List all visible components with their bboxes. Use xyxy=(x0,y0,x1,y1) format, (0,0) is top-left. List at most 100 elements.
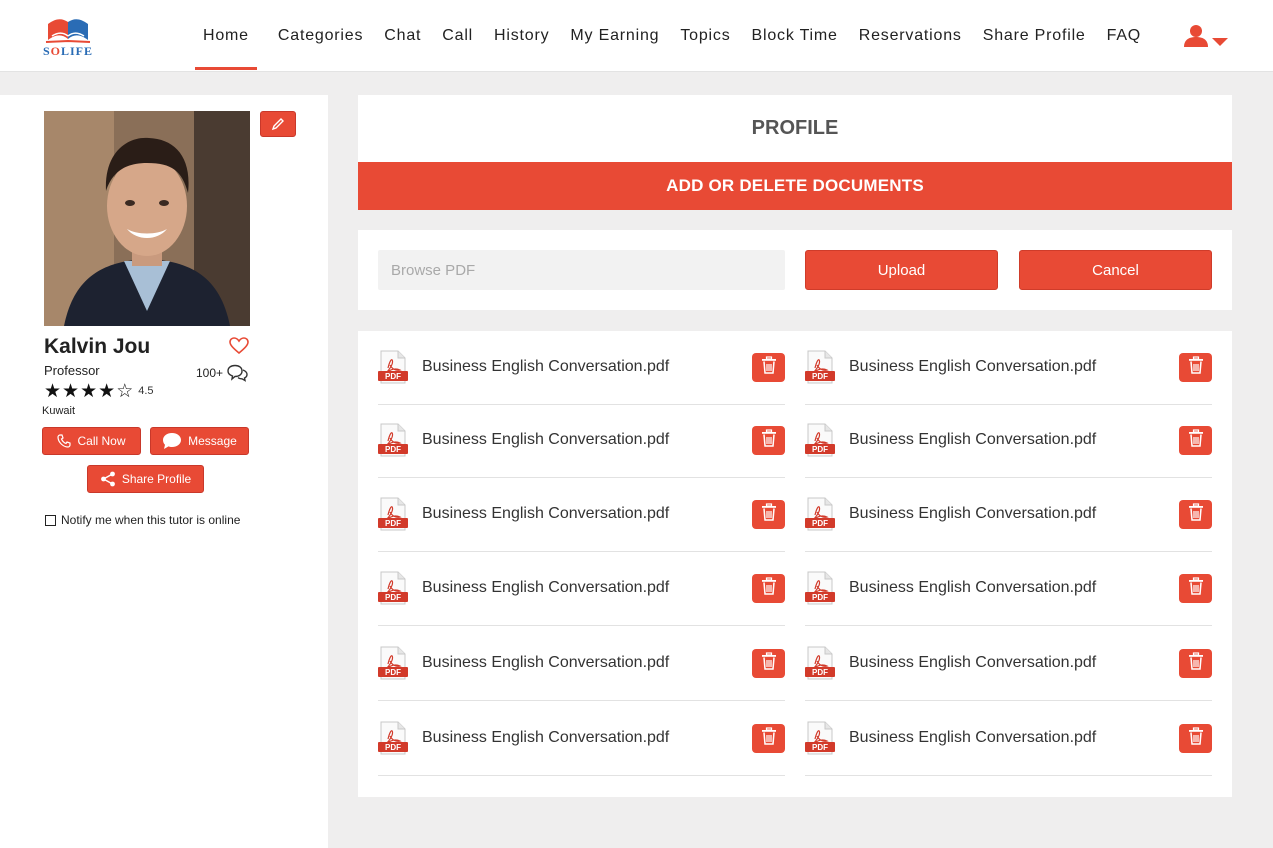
nav-share-profile[interactable]: Share Profile xyxy=(983,0,1086,72)
nav-history[interactable]: History xyxy=(494,0,549,72)
document-item[interactable]: PDF Business English Conversation.pdf xyxy=(805,478,1212,552)
delete-document-button[interactable] xyxy=(752,724,785,753)
user-menu[interactable] xyxy=(1184,24,1230,50)
pdf-file-icon: PDF xyxy=(378,721,410,755)
document-filename: Business English Conversation.pdf xyxy=(422,579,670,596)
tutor-sidebar: Kalvin Jou Professor 100+ ★ ★ ★ ★ ☆ 4.5 … xyxy=(0,95,328,848)
document-item[interactable]: PDF Business English Conversation.pdf xyxy=(805,702,1212,776)
trash-icon xyxy=(1188,727,1204,750)
browse-pdf-input[interactable] xyxy=(378,250,785,290)
caret-down-icon xyxy=(1212,38,1228,46)
svg-text:PDF: PDF xyxy=(385,372,401,381)
page-title: PROFILE xyxy=(751,117,839,139)
delete-document-button[interactable] xyxy=(1179,649,1212,678)
trash-icon xyxy=(761,577,777,600)
pdf-file-icon: PDF xyxy=(805,721,837,755)
document-filename: Business English Conversation.pdf xyxy=(849,431,1097,448)
trash-icon xyxy=(761,503,777,526)
svg-text:PDF: PDF xyxy=(812,668,828,677)
delete-document-button[interactable] xyxy=(1179,426,1212,455)
pencil-icon xyxy=(271,118,284,131)
document-item[interactable]: PDF Business English Conversation.pdf xyxy=(378,478,785,552)
nav-chat[interactable]: Chat xyxy=(384,0,421,72)
call-now-label: Call Now xyxy=(77,434,126,448)
nav-topics[interactable]: Topics xyxy=(680,0,730,72)
pdf-file-icon: PDF xyxy=(805,646,837,680)
review-count[interactable]: 100+ xyxy=(196,364,248,382)
star-filled-icon: ★ xyxy=(44,381,62,402)
nav-categories[interactable]: Categories xyxy=(278,0,363,72)
nav-block-time[interactable]: Block Time xyxy=(752,0,838,72)
main-nav: Home Categories Chat Call History My Ear… xyxy=(195,0,1162,72)
document-filename: Business English Conversation.pdf xyxy=(422,431,670,448)
document-item[interactable]: PDF Business English Conversation.pdf xyxy=(378,627,785,701)
user-icon xyxy=(1184,25,1208,47)
nav-faq[interactable]: FAQ xyxy=(1107,0,1141,72)
tutor-photo xyxy=(44,111,250,326)
pdf-file-icon: PDF xyxy=(378,423,410,457)
delete-document-button[interactable] xyxy=(1179,574,1212,603)
trash-icon xyxy=(761,356,777,379)
delete-document-button[interactable] xyxy=(1179,353,1212,382)
star-filled-icon: ★ xyxy=(98,381,116,402)
svg-text:PDF: PDF xyxy=(812,593,828,602)
share-profile-label: Share Profile xyxy=(121,472,192,486)
trash-icon xyxy=(1188,652,1204,675)
upload-panel: Upload Cancel xyxy=(358,230,1232,310)
document-filename: Business English Conversation.pdf xyxy=(849,654,1097,671)
document-item[interactable]: PDF Business English Conversation.pdf xyxy=(805,331,1212,405)
pdf-file-icon: PDF xyxy=(378,571,410,605)
document-filename: Business English Conversation.pdf xyxy=(849,579,1097,596)
top-header: SOLIFE Home Categories Chat Call History… xyxy=(0,0,1273,72)
nav-reservations[interactable]: Reservations xyxy=(859,0,962,72)
tutor-name: Kalvin Jou xyxy=(44,335,151,358)
tutor-title: Professor xyxy=(44,363,100,378)
document-filename: Business English Conversation.pdf xyxy=(849,729,1097,746)
svg-text:PDF: PDF xyxy=(385,743,401,752)
review-count-text: 100+ xyxy=(196,366,224,380)
delete-document-button[interactable] xyxy=(752,649,785,678)
notify-checkbox[interactable] xyxy=(45,514,56,526)
nav-home[interactable]: Home xyxy=(195,0,257,72)
pdf-file-icon: PDF xyxy=(805,423,837,457)
document-item[interactable]: PDF Business English Conversation.pdf xyxy=(378,331,785,405)
document-item[interactable]: PDF Business English Conversation.pdf xyxy=(378,702,785,776)
phone-icon xyxy=(57,434,72,448)
notify-online-option[interactable]: Notify me when this tutor is online xyxy=(45,513,240,527)
svg-text:PDF: PDF xyxy=(385,668,401,677)
document-item[interactable]: PDF Business English Conversation.pdf xyxy=(805,627,1212,701)
document-item[interactable]: PDF Business English Conversation.pdf xyxy=(805,552,1212,626)
delete-document-button[interactable] xyxy=(752,500,785,529)
nav-my-earning[interactable]: My Earning xyxy=(570,0,659,72)
trash-icon xyxy=(1188,503,1204,526)
edit-profile-button[interactable] xyxy=(260,111,296,137)
chat-bubble-icon xyxy=(163,433,182,449)
trash-icon xyxy=(1188,577,1204,600)
cancel-button[interactable]: Cancel xyxy=(1019,250,1212,290)
document-filename: Business English Conversation.pdf xyxy=(422,505,670,522)
document-filename: Business English Conversation.pdf xyxy=(849,505,1097,522)
svg-text:PDF: PDF xyxy=(812,519,828,528)
call-now-button[interactable]: Call Now xyxy=(42,427,141,455)
trash-icon xyxy=(761,652,777,675)
delete-document-button[interactable] xyxy=(1179,724,1212,753)
delete-document-button[interactable] xyxy=(752,574,785,603)
delete-document-button[interactable] xyxy=(752,426,785,455)
trash-icon xyxy=(1188,429,1204,452)
nav-call[interactable]: Call xyxy=(442,0,473,72)
svg-text:PDF: PDF xyxy=(812,445,828,454)
documents-list: PDF Business English Conversation.pdf PD… xyxy=(358,331,1232,797)
document-item[interactable]: PDF Business English Conversation.pdf xyxy=(378,404,785,478)
pdf-file-icon: PDF xyxy=(378,497,410,531)
favorite-heart-icon[interactable] xyxy=(229,337,249,355)
profile-panel: PROFILE ADD OR DELETE DOCUMENTS xyxy=(358,95,1232,210)
share-profile-button[interactable]: Share Profile xyxy=(87,465,204,493)
upload-button[interactable]: Upload xyxy=(805,250,998,290)
solife-logo[interactable]: SOLIFE xyxy=(38,14,98,60)
delete-document-button[interactable] xyxy=(1179,500,1212,529)
delete-document-button[interactable] xyxy=(752,353,785,382)
message-button[interactable]: Message xyxy=(150,427,249,455)
document-filename: Business English Conversation.pdf xyxy=(422,654,670,671)
document-item[interactable]: PDF Business English Conversation.pdf xyxy=(378,552,785,626)
document-item[interactable]: PDF Business English Conversation.pdf xyxy=(805,404,1212,478)
